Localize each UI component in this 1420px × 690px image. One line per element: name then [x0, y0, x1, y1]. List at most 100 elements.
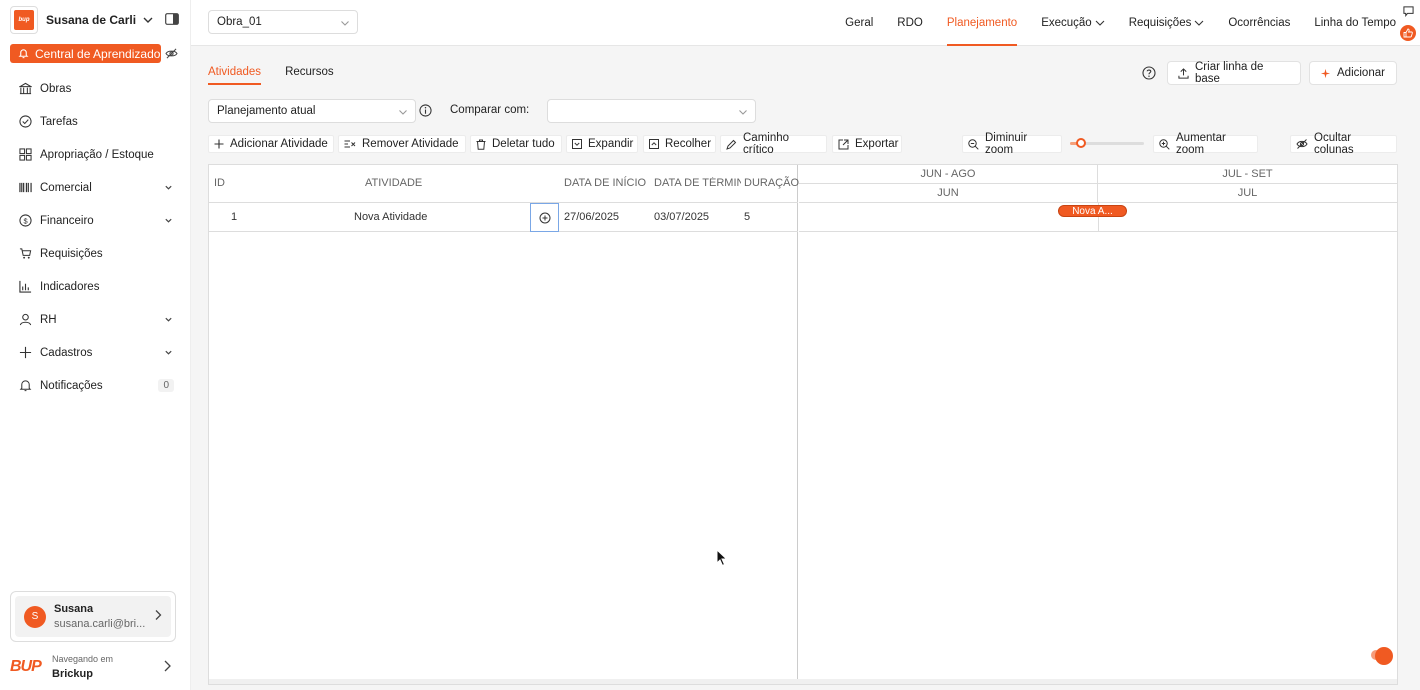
row-activity[interactable]: Nova Atividade [354, 211, 427, 223]
nav-rdo-label: RDO [897, 17, 923, 29]
nav-linha-do-tempo[interactable]: Linha do Tempo [1314, 0, 1396, 46]
building-icon [19, 82, 32, 95]
trash-icon [476, 139, 486, 150]
column-header-duration[interactable]: DURAÇÃO [744, 177, 799, 189]
sidebar-nav: Obras Tarefas Apropriação / Estoque Come… [0, 72, 190, 402]
info-icon[interactable] [419, 104, 432, 117]
bell-icon [19, 379, 32, 392]
grid-icon [19, 148, 32, 161]
nav-requisicoes[interactable]: Requisições [1129, 0, 1205, 46]
sidebar-item-obras[interactable]: Obras [0, 72, 190, 105]
zoom-slider-handle[interactable] [1076, 138, 1086, 148]
hide-columns-label: Ocultar colunas [1314, 132, 1354, 156]
nav-planejamento[interactable]: Planejamento [946, 0, 1018, 46]
create-baseline-label: Criar linha de base [1195, 61, 1264, 85]
row-duration[interactable]: 5 [744, 211, 750, 223]
external-link-icon [838, 139, 849, 150]
critical-path-button[interactable]: Caminho crítico [720, 132, 827, 156]
project-select[interactable]: Obra_01 [208, 10, 358, 34]
sidebar-item-apropriacao[interactable]: Apropriação / Estoque [0, 138, 190, 171]
column-header-start[interactable]: DATA DE INÍCIO [564, 177, 646, 189]
row-start-date[interactable]: 27/06/2025 [564, 211, 619, 223]
nav-rdo[interactable]: RDO [897, 0, 923, 46]
gantt-task-bar[interactable]: Nova A... [1058, 205, 1127, 217]
timescale-sub-header: JUL [1098, 184, 1397, 203]
nav-ocorrencias[interactable]: Ocorrências [1228, 0, 1290, 46]
plus-icon [214, 139, 224, 149]
remove-row-icon [344, 139, 356, 149]
sidebar-item-financeiro[interactable]: $ Financeiro [0, 204, 190, 237]
tab-atividades[interactable]: Atividades [208, 66, 262, 85]
nav-geral-label: Geral [845, 17, 874, 29]
sidebar-item-tarefas[interactable]: Tarefas [0, 105, 190, 138]
sidebar-item-label: Financeiro [40, 214, 94, 227]
table-row[interactable]: 1 Nova Atividade 27/06/2025 03/07/2025 5 [209, 203, 798, 232]
nav-geral[interactable]: Geral [845, 0, 873, 46]
nav-requisicoes-label: Requisições [1128, 17, 1192, 29]
sidebar-item-label: Cadastros [40, 346, 93, 359]
column-header-activity[interactable]: ATIVIDADE [365, 177, 422, 189]
hide-columns-button[interactable]: Ocultar colunas [1290, 132, 1397, 156]
add-subtask-button[interactable] [530, 203, 559, 232]
project-select-value: Obra_01 [217, 16, 262, 28]
plus-circle-icon [539, 212, 551, 224]
chat-widget-button[interactable] [1371, 647, 1393, 665]
nav-linha-do-tempo-label: Linha do Tempo [1314, 17, 1396, 29]
sidebar-item-label: RH [40, 313, 57, 326]
column-header-id[interactable]: ID [214, 177, 225, 189]
add-activity-label: Adicionar Atividade [230, 138, 328, 150]
chevron-down-icon [398, 107, 408, 117]
eye-off-icon[interactable] [165, 48, 178, 59]
sidebar-item-label: Tarefas [40, 115, 78, 128]
zoom-out-button[interactable]: Diminuir zoom [962, 132, 1062, 156]
row-end-date[interactable]: 03/07/2025 [654, 211, 709, 223]
export-button[interactable]: Exportar [832, 135, 902, 153]
collapse-label: Recolher [665, 138, 712, 150]
gantt-grid: ID ATIVIDADE DATA DE INÍCIO DATA DE TÉRM… [208, 164, 1398, 685]
pen-icon [726, 139, 737, 150]
zoom-in-button[interactable]: Aumentar zoom [1153, 132, 1258, 156]
sidebar-item-notificacoes[interactable]: Notificações 0 [0, 369, 190, 402]
sidebar-item-rh[interactable]: RH [0, 303, 190, 336]
zoom-slider[interactable] [1070, 138, 1144, 148]
expand-button[interactable]: Expandir [566, 135, 638, 153]
horizontal-scrollbar[interactable] [209, 679, 1397, 684]
grid-header: ID ATIVIDADE DATA DE INÍCIO DATA DE TÉRM… [209, 165, 799, 203]
collapse-button[interactable]: Recolher [643, 135, 716, 153]
add-activity-button[interactable]: Adicionar Atividade [208, 135, 334, 153]
workspace-switcher[interactable]: bup Susana de Carli [10, 6, 154, 34]
plan-select[interactable]: Planejamento atual [208, 99, 416, 123]
nav-ocorrencias-label: Ocorrências [1228, 17, 1291, 29]
zoom-out-icon [968, 138, 979, 150]
tab-recursos[interactable]: Recursos [285, 66, 334, 85]
sidebar-item-requisicoes[interactable]: Requisições [0, 237, 190, 270]
org-switcher[interactable]: BUP Navegando em Brickup [10, 650, 180, 684]
add-button[interactable]: Adicionar [1309, 61, 1397, 85]
top-bar: Obra_01 Geral RDO Planejamento Execução … [191, 0, 1420, 46]
delete-all-button[interactable]: Deletar tudo [470, 135, 562, 153]
gantt-timeline: JUN - AGO JUL - SET JUN JUL Nova A... [799, 165, 1397, 684]
expand-label: Expandir [588, 138, 634, 150]
sidebar-toggle-icon[interactable] [165, 13, 179, 25]
remove-activity-button[interactable]: Remover Atividade [338, 135, 466, 153]
help-icon[interactable] [1142, 66, 1156, 80]
sidebar-item-label: Requisições [40, 247, 103, 260]
timescale-top-header: JUL - SET [1098, 165, 1397, 184]
collapse-icon [649, 139, 659, 149]
nav-execucao[interactable]: Execução [1041, 0, 1105, 46]
sidebar-item-cadastros[interactable]: Cadastros [0, 336, 190, 369]
sidebar-item-label: Comercial [40, 181, 92, 194]
compare-select[interactable] [547, 99, 756, 123]
feedback-icon[interactable] [1403, 6, 1414, 17]
create-baseline-button[interactable]: Criar linha de base [1167, 61, 1301, 85]
thumbs-up-icon[interactable] [1400, 25, 1416, 41]
sidebar-item-label: Obras [40, 82, 72, 95]
user-card[interactable]: S Susana susana.carli@bri... [10, 591, 176, 642]
main-area: Obra_01 Geral RDO Planejamento Execução … [191, 0, 1420, 690]
central-aprendizado-button[interactable]: Central de Aprendizado [10, 44, 161, 63]
column-header-end[interactable]: DATA DE TÉRMIN [654, 177, 741, 189]
sidebar-item-label: Indicadores [40, 280, 100, 293]
sidebar-item-comercial[interactable]: Comercial [0, 171, 190, 204]
task-grid: ID ATIVIDADE DATA DE INÍCIO DATA DE TÉRM… [209, 165, 799, 684]
sidebar-item-indicadores[interactable]: Indicadores [0, 270, 190, 303]
